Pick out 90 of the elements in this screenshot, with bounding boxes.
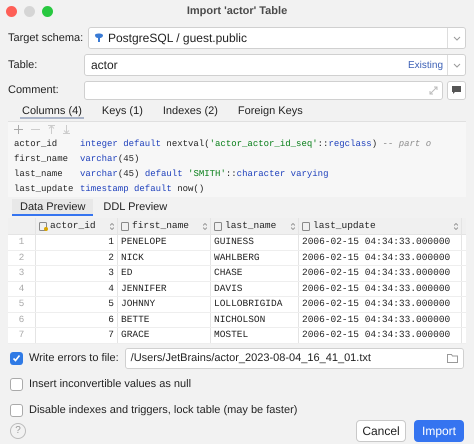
column-header[interactable]: actor_id bbox=[36, 218, 118, 234]
schema-dropdown[interactable]: PostgreSQL / guest.public bbox=[88, 27, 466, 49]
table-cell: 2006-02-15 04:34:33.000000 bbox=[299, 297, 462, 312]
comment-button[interactable] bbox=[447, 80, 466, 100]
move-down-icon[interactable] bbox=[63, 124, 70, 134]
field-label: Target schema: bbox=[8, 30, 84, 46]
table-cell: DAVIS bbox=[211, 282, 299, 296]
row-number: 1 bbox=[8, 235, 36, 250]
row-number: 6 bbox=[8, 312, 36, 327]
file-path: /Users/JetBrains/actor_2023-08-04_16_41_01.txt bbox=[130, 351, 372, 366]
column-name: actor_id bbox=[14, 138, 58, 151]
table-cell: 2006-02-15 04:34:33.000000 bbox=[299, 266, 462, 280]
comment-field[interactable] bbox=[84, 80, 443, 100]
option-label: Insert inconvertible values as null bbox=[29, 377, 192, 392]
tab[interactable]: Columns (4) bbox=[20, 103, 84, 119]
window-title: Import 'actor' Table bbox=[186, 4, 288, 19]
table-cell: JOHNNY bbox=[118, 297, 211, 312]
table-cell: 3 bbox=[36, 266, 118, 280]
table-cell: NICHOLSON bbox=[211, 312, 299, 327]
table-cell: ED bbox=[118, 266, 211, 280]
table-cell: 2 bbox=[36, 250, 118, 265]
schema-value: PostgreSQL / guest.public bbox=[108, 30, 248, 47]
table-cell: 2006-02-15 04:34:33.000000 bbox=[299, 282, 462, 296]
field-label: Comment: bbox=[8, 82, 60, 98]
speech-bubble-icon bbox=[452, 86, 461, 94]
tab[interactable]: DDL Preview bbox=[95, 199, 176, 216]
checkmark-icon bbox=[12, 354, 21, 363]
checkbox[interactable] bbox=[10, 378, 23, 391]
column-name: last_name bbox=[14, 168, 64, 181]
existing-label: Existing bbox=[408, 58, 443, 72]
row-number: 7 bbox=[8, 328, 36, 342]
sort-icon[interactable] bbox=[110, 222, 114, 230]
sort-icon[interactable] bbox=[291, 222, 295, 230]
secondary-button[interactable]: Cancel bbox=[356, 420, 406, 442]
row-number: 2 bbox=[8, 250, 36, 265]
row-number: 4 bbox=[8, 282, 36, 296]
table-cell: 4 bbox=[36, 282, 118, 296]
tab[interactable]: Keys (1) bbox=[100, 103, 145, 119]
move-up-icon[interactable] bbox=[48, 124, 55, 134]
tab[interactable]: Data Preview bbox=[12, 199, 94, 216]
file-path-field[interactable]: /Users/JetBrains/actor_2023-08-04_16_41_01.txt bbox=[124, 348, 464, 369]
table-cell: 7 bbox=[36, 328, 118, 342]
sort-icon[interactable] bbox=[203, 222, 207, 230]
zoom-button[interactable] bbox=[42, 6, 53, 16]
expand-icon[interactable] bbox=[429, 86, 438, 94]
column-name: first_name bbox=[14, 153, 70, 166]
table-cell: GRACE bbox=[118, 328, 211, 342]
row-number: 3 bbox=[8, 266, 36, 280]
table-cell: WAHLBERG bbox=[211, 250, 299, 265]
table-combobox[interactable]: actor Existing bbox=[84, 54, 466, 76]
checkbox[interactable] bbox=[10, 352, 23, 365]
table-cell: 5 bbox=[36, 297, 118, 312]
row-number: 5 bbox=[8, 297, 36, 312]
folder-icon[interactable] bbox=[447, 354, 458, 363]
column-definition: varchar(45) bbox=[80, 153, 140, 166]
chevron-down-icon bbox=[452, 36, 460, 40]
option-label: Write errors to file: bbox=[29, 351, 119, 366]
primary-button[interactable]: Import bbox=[414, 420, 464, 442]
close-button[interactable] bbox=[6, 6, 17, 16]
tab[interactable]: Indexes (2) bbox=[160, 103, 220, 119]
option-label: Disable indexes and triggers, lock table (may be faster) bbox=[29, 403, 298, 418]
table-cell: MOSTEL bbox=[211, 328, 299, 342]
column-definition: integer default nextval('actor_actor_id_seq'::regclass) -- part o bbox=[80, 138, 432, 151]
column-header[interactable]: first_name bbox=[118, 218, 211, 234]
table-cell: CHASE bbox=[211, 266, 299, 280]
column-definition: timestamp default now() bbox=[80, 183, 204, 196]
table-cell: GUINESS bbox=[211, 235, 299, 250]
column-header[interactable]: last_update bbox=[299, 218, 462, 234]
table-cell: NICK bbox=[118, 250, 211, 265]
table-cell: 1 bbox=[36, 235, 118, 250]
table-cell: 2006-02-15 04:34:33.000000 bbox=[299, 312, 462, 327]
table-cell: 2006-02-15 04:34:33.000000 bbox=[299, 235, 462, 250]
table-value: actor bbox=[91, 57, 119, 74]
tab[interactable]: Foreign Keys bbox=[236, 103, 305, 119]
table-cell: PENELOPE bbox=[118, 235, 211, 250]
column-name: last_update bbox=[14, 183, 74, 196]
column-definition: varchar(45) default 'SMITH'::character varying bbox=[80, 168, 328, 181]
table-cell: JENNIFER bbox=[118, 282, 211, 296]
chevron-down-icon bbox=[452, 62, 460, 68]
minimize-button[interactable] bbox=[24, 6, 35, 16]
table-cell: BETTE bbox=[118, 312, 211, 327]
table-cell: LOLLOBRIGIDA bbox=[211, 297, 299, 312]
table-cell: 6 bbox=[36, 312, 118, 327]
field-label: Table: bbox=[8, 58, 38, 73]
checkbox[interactable] bbox=[10, 404, 23, 417]
add-icon[interactable] bbox=[14, 124, 23, 134]
table-cell: 2006-02-15 04:34:33.000000 bbox=[299, 250, 462, 265]
sort-icon[interactable] bbox=[454, 222, 458, 230]
column-header[interactable]: last_name bbox=[211, 218, 299, 234]
table-cell: 2006-02-15 04:34:33.000000 bbox=[299, 328, 462, 342]
